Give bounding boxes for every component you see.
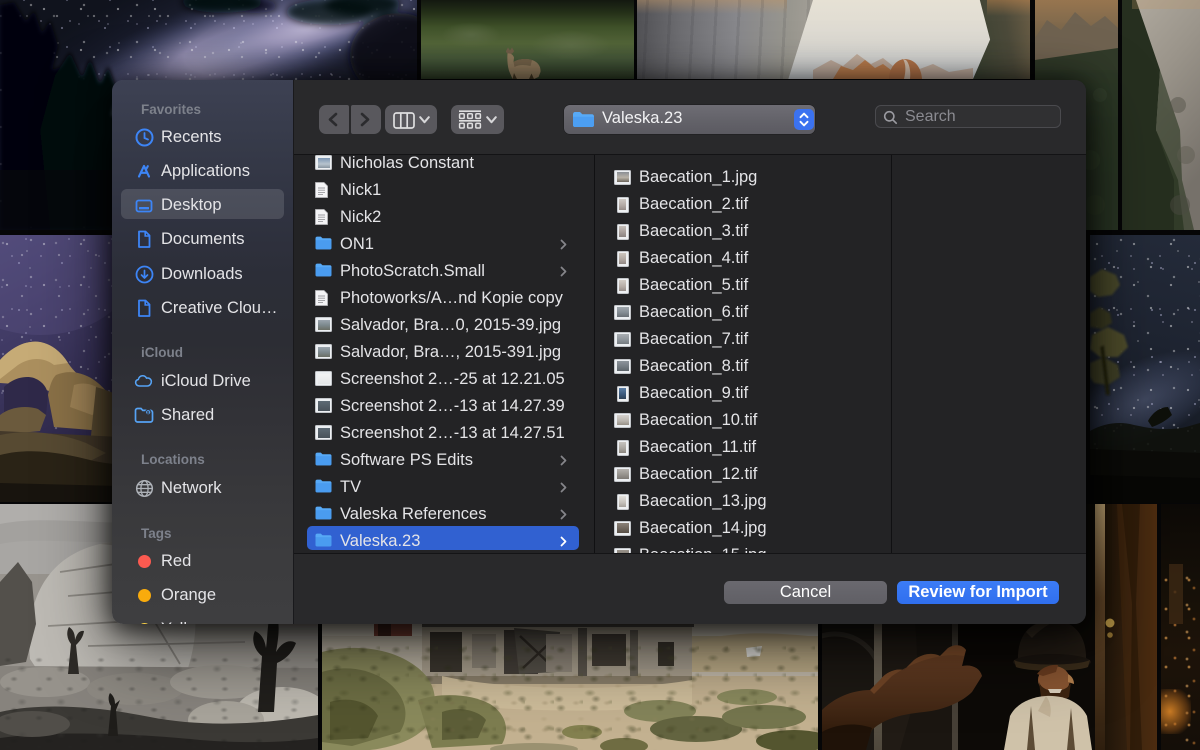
svg-text:8: 8 [147, 410, 150, 415]
